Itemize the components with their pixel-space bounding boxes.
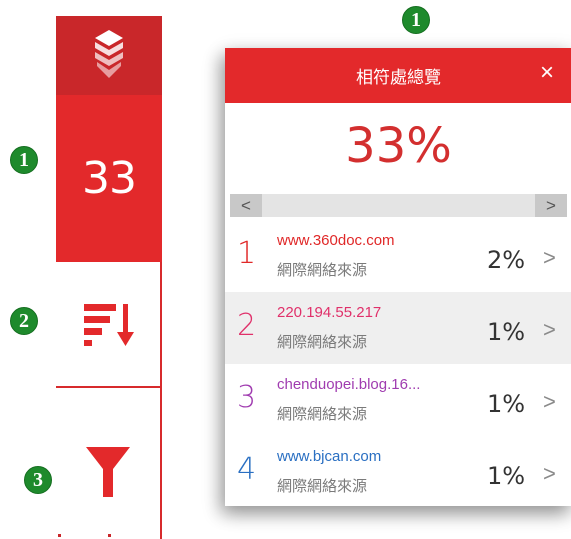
source-type: 網際網絡來源: [277, 406, 368, 423]
chevron-right-icon[interactable]: >: [543, 461, 556, 487]
source-rank: 3: [237, 380, 257, 415]
source-percent: 1%: [487, 318, 526, 346]
sort-desc-icon: [84, 304, 134, 346]
source-url[interactable]: 220.194.55.217: [277, 304, 467, 321]
toolbar-edge: [160, 262, 162, 539]
source-rank: 4: [237, 452, 257, 487]
match-overview-panel: 相符處總覽 × 33% < > 1 www.360doc.com 網際網絡來源 …: [225, 48, 571, 506]
similarity-score-button[interactable]: 33: [56, 95, 162, 262]
badge-1-top: 1: [402, 6, 430, 34]
side-toolbar: 33: [56, 16, 162, 539]
chevron-right-icon[interactable]: >: [543, 389, 556, 415]
chevron-right-icon[interactable]: >: [543, 317, 556, 343]
screenshot-stage: 33 1 1 2 3 相符處總覽 × 33% < > 1 www.360doc.…: [0, 0, 571, 539]
source-row[interactable]: 1 www.360doc.com 網際網絡來源 2% >: [225, 220, 571, 292]
source-url[interactable]: chenduopei.blog.16...: [277, 376, 467, 393]
shield-stack-icon: [95, 30, 123, 78]
source-rank: 2: [237, 308, 257, 343]
toolbar-dot: [58, 534, 61, 537]
filter-button[interactable]: [56, 412, 160, 532]
sort-button[interactable]: [56, 262, 160, 386]
source-row[interactable]: 2 220.194.55.217 網際網絡來源 1% >: [225, 292, 571, 364]
badge-1-left: 1: [10, 146, 38, 174]
source-percent: 1%: [487, 390, 526, 418]
source-row[interactable]: 4 www.bjcan.com 網際網絡來源 1% >: [225, 436, 571, 506]
scroll-left-button[interactable]: <: [230, 194, 262, 217]
source-url[interactable]: www.bjcan.com: [277, 448, 467, 465]
close-icon[interactable]: ×: [536, 61, 558, 85]
source-type: 網際網絡來源: [277, 262, 368, 279]
source-percent: 1%: [487, 462, 526, 490]
toolbar-header: [56, 16, 162, 95]
source-rank: 1: [237, 236, 257, 271]
badge-2: 2: [10, 307, 38, 335]
source-type: 網際網絡來源: [277, 334, 368, 351]
filter-icon: [86, 447, 130, 497]
source-url[interactable]: www.360doc.com: [277, 232, 467, 249]
panel-header: 相符處總覽 ×: [225, 48, 571, 103]
source-list: 1 www.360doc.com 網際網絡來源 2% > 2 220.194.5…: [225, 220, 571, 506]
similarity-score: 33: [82, 153, 137, 204]
horizontal-scrollbar[interactable]: < >: [230, 194, 567, 217]
toolbar-dot: [108, 534, 111, 537]
badge-3: 3: [24, 466, 52, 494]
source-row[interactable]: 3 chenduopei.blog.16... 網際網絡來源 1% >: [225, 364, 571, 436]
overall-percent: 33%: [345, 118, 452, 174]
source-type: 網際網絡來源: [277, 478, 368, 495]
chevron-right-icon[interactable]: >: [543, 245, 556, 271]
scroll-right-button[interactable]: >: [535, 194, 567, 217]
source-percent: 2%: [487, 246, 526, 274]
panel-title: 相符處總覽: [356, 68, 441, 87]
toolbar-divider: [56, 386, 162, 388]
